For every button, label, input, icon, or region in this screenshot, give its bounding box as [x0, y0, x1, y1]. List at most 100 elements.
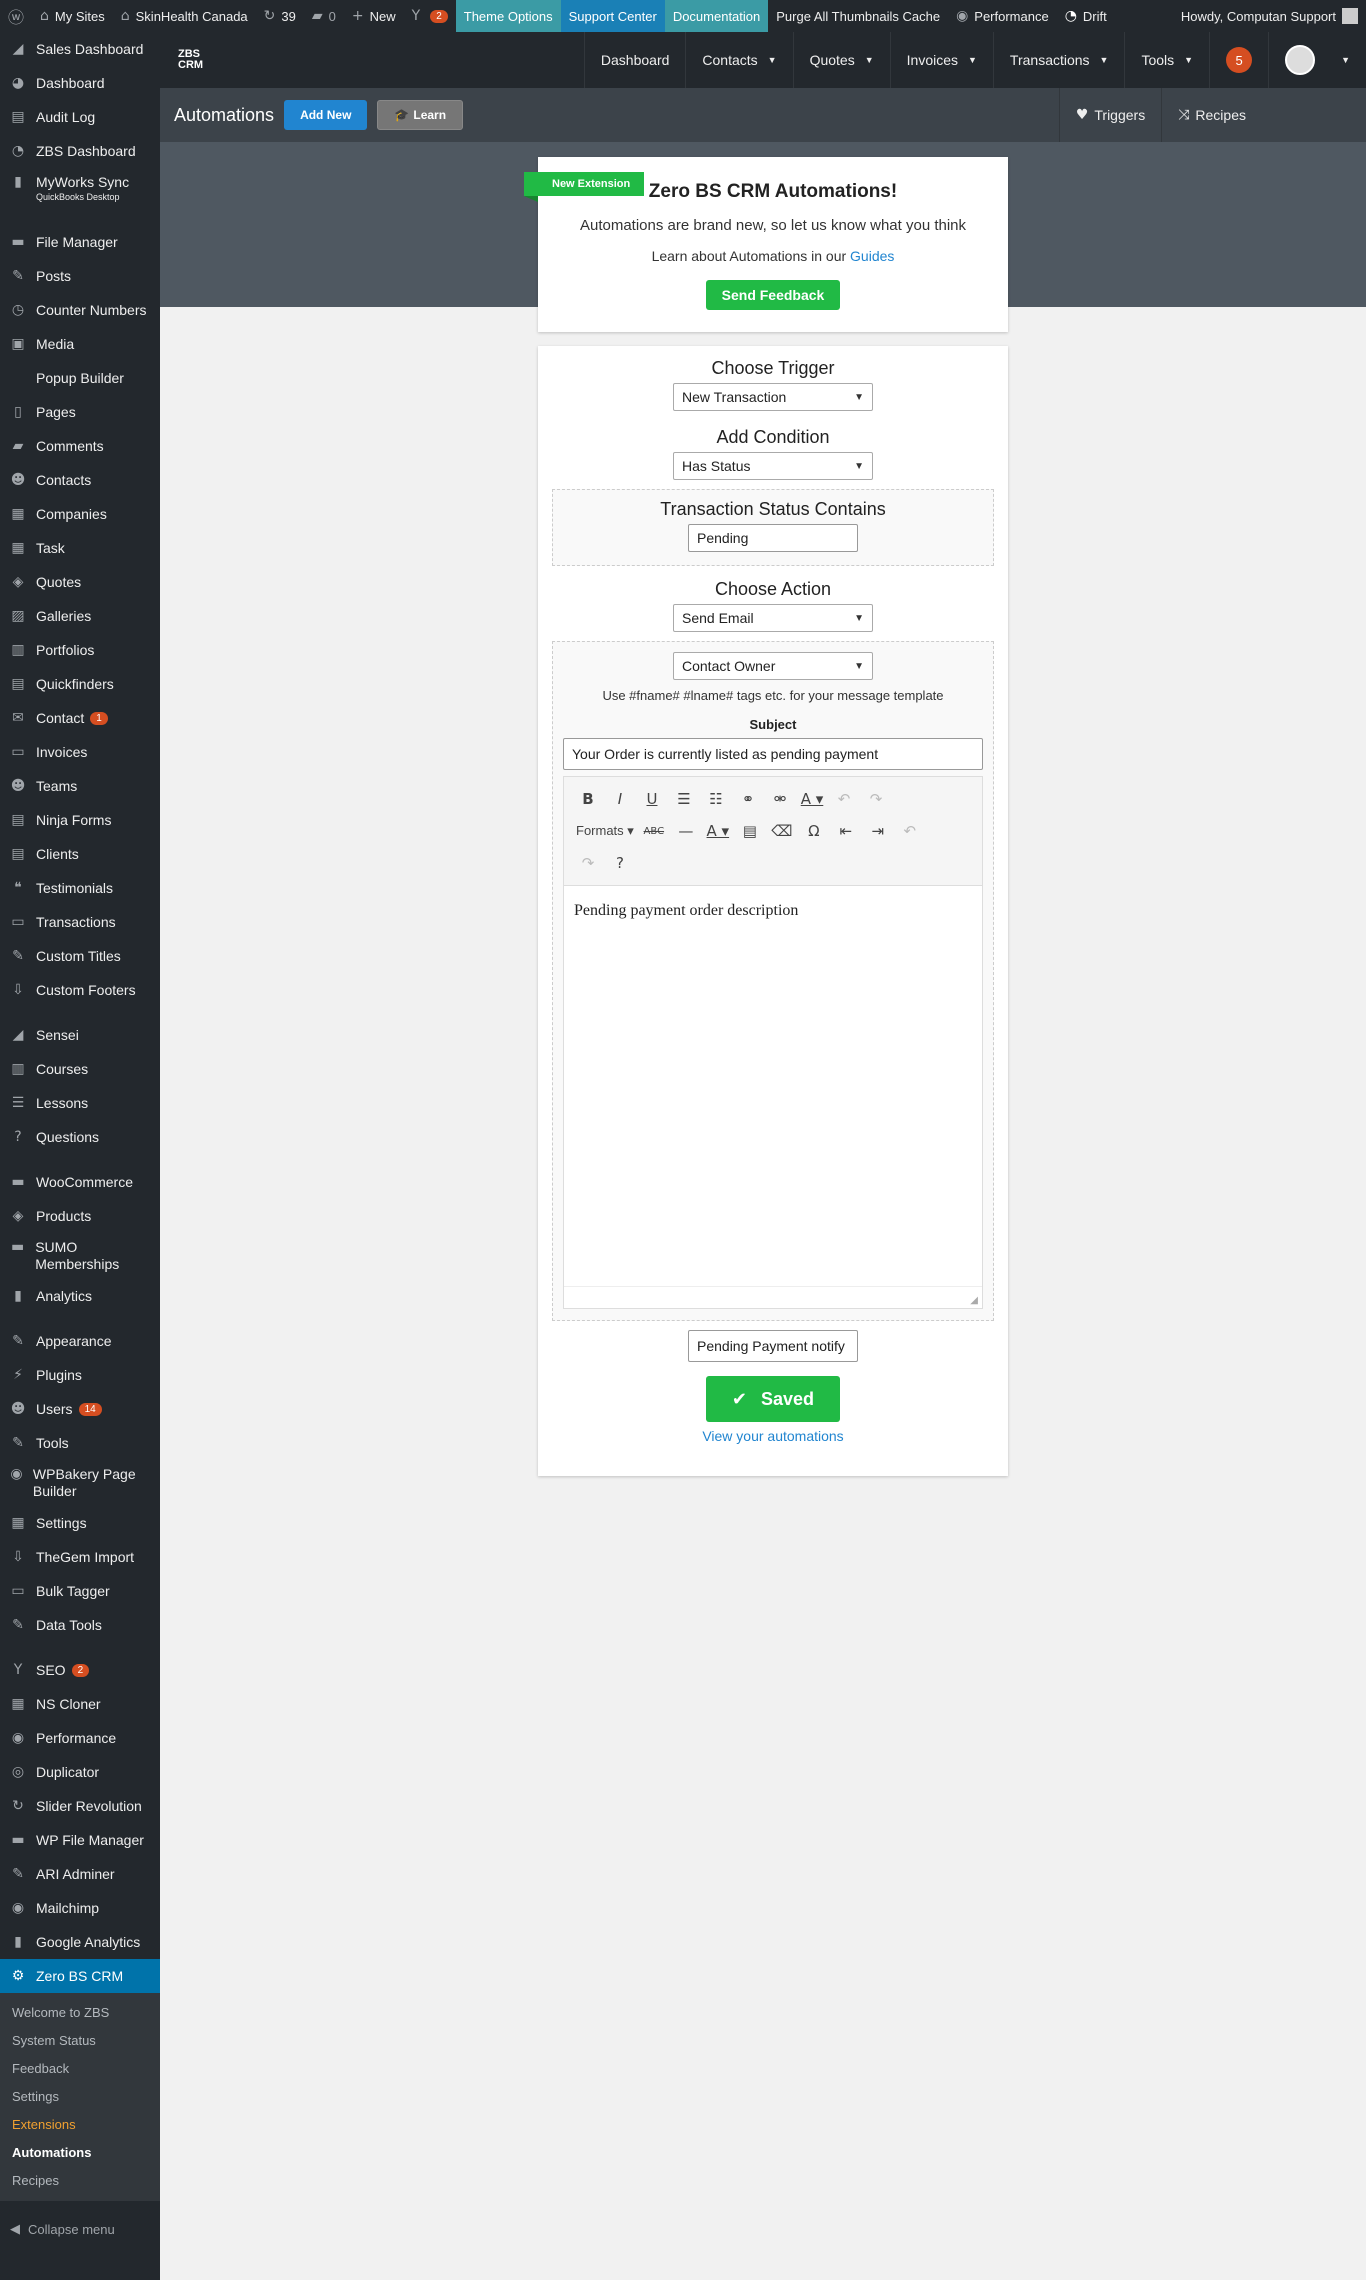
sidebar-item-dashboard[interactable]: ◕ Dashboard — [0, 66, 160, 100]
undo-icon[interactable]: ↶ — [894, 822, 926, 840]
text-color-icon[interactable]: A ▾ — [796, 790, 828, 808]
yoast-link[interactable]: Y2 — [404, 0, 456, 32]
sidebar-item-file-manager[interactable]: ▬ File Manager — [0, 225, 160, 259]
formats-dropdown[interactable]: Formats ▾ — [572, 823, 638, 839]
help-icon[interactable]: ? — [604, 854, 636, 872]
trigger-select[interactable]: New Transaction ▼ — [673, 383, 873, 411]
triggers-link[interactable]: ♥ Triggers — [1058, 88, 1161, 142]
nav-tools[interactable]: Tools ▼ — [1124, 32, 1209, 88]
horizontal-line-icon[interactable]: — — [670, 822, 702, 840]
sidebar-item-google-analytics[interactable]: ▮ Google Analytics — [0, 1925, 160, 1959]
view-automations-link[interactable]: View your automations — [702, 1428, 843, 1444]
sidebar-item-tools[interactable]: ✎ Tools — [0, 1426, 160, 1460]
sidebar-item-audit-log[interactable]: ▤ Audit Log — [0, 100, 160, 134]
saved-button[interactable]: ✔ Saved — [705, 1376, 841, 1422]
sidebar-item-appearance[interactable]: ✎ Appearance — [0, 1324, 160, 1358]
link-icon[interactable]: ⚭ — [732, 790, 764, 808]
recipes-link[interactable]: ⤨ Recipes — [1161, 88, 1262, 142]
sidebar-item-contacts[interactable]: ☻ Contacts — [0, 463, 160, 497]
submenu-recipes[interactable]: Recipes — [0, 2167, 160, 2195]
documentation-link[interactable]: Documentation — [664, 0, 769, 32]
recipient-select[interactable]: Contact Owner ▼ — [673, 652, 873, 680]
sidebar-item-courses[interactable]: ▥ Courses — [0, 1052, 160, 1086]
sidebar-item-contact[interactable]: ✉ Contact 1 — [0, 701, 160, 735]
zbs-logo[interactable]: ZBS CRM — [178, 49, 218, 71]
sidebar-item-questions[interactable]: ? Questions — [0, 1120, 160, 1154]
status-input[interactable]: Pending — [688, 524, 858, 552]
sidebar-item-wp-file-manager[interactable]: ▬ WP File Manager — [0, 1823, 160, 1857]
send-feedback-button[interactable]: Send Feedback — [705, 280, 841, 310]
nav-quotes[interactable]: Quotes ▼ — [792, 32, 890, 88]
condition-select[interactable]: Has Status ▼ — [673, 452, 873, 480]
sidebar-item-duplicator[interactable]: ◎ Duplicator — [0, 1755, 160, 1789]
action-select[interactable]: Send Email ▼ — [673, 604, 873, 632]
italic-icon[interactable]: I — [604, 790, 636, 808]
sidebar-item-media[interactable]: ▣ Media — [0, 327, 160, 361]
numbered-list-icon[interactable]: ☷ — [700, 790, 732, 808]
sidebar-item-task[interactable]: ▦ Task — [0, 531, 160, 565]
sidebar-item-clients[interactable]: ▤ Clients — [0, 837, 160, 871]
sidebar-item-invoices[interactable]: ▭ Invoices — [0, 735, 160, 769]
sidebar-item-ns-cloner[interactable]: ▦ NS Cloner — [0, 1687, 160, 1721]
performance-link[interactable]: ◉ Performance — [948, 0, 1057, 32]
sidebar-item-sensei[interactable]: ◢ Sensei — [0, 1018, 160, 1052]
submenu-welcome-to-zbs[interactable]: Welcome to ZBS — [0, 1999, 160, 2027]
sidebar-item-pages[interactable]: ▯ Pages — [0, 395, 160, 429]
sidebar-item-testimonials[interactable]: ❝ Testimonials — [0, 871, 160, 905]
guides-link[interactable]: Guides — [850, 248, 894, 264]
sidebar-item-thegem-import[interactable]: ⇩ TheGem Import — [0, 1540, 160, 1574]
special-character-icon[interactable]: Ω — [798, 822, 830, 840]
nav-transactions[interactable]: Transactions ▼ — [992, 32, 1125, 88]
sidebar-item-data-tools[interactable]: ✎ Data Tools — [0, 1608, 160, 1642]
sidebar-item-plugins[interactable]: ⚡ Plugins — [0, 1358, 160, 1392]
sidebar-item-bulk-tagger[interactable]: ▭ Bulk Tagger — [0, 1574, 160, 1608]
unlink-icon[interactable]: ⚮ — [764, 790, 796, 808]
sidebar-item-portfolios[interactable]: ▥ Portfolios — [0, 633, 160, 667]
theme-options-link[interactable]: Theme Options — [455, 0, 561, 32]
clear-formatting-icon[interactable]: ⌫ — [766, 822, 798, 840]
sidebar-item-comments[interactable]: ▰ Comments — [0, 429, 160, 463]
sidebar-item-mailchimp[interactable]: ◉ Mailchimp — [0, 1891, 160, 1925]
nav-invoices[interactable]: Invoices ▼ — [889, 32, 993, 88]
sidebar-item-galleries[interactable]: ▨ Galleries — [0, 599, 160, 633]
updates-link[interactable]: ↻ 39 — [256, 0, 304, 32]
undo-icon[interactable]: ↶ — [828, 790, 860, 808]
nav-dashboard[interactable]: Dashboard — [583, 32, 686, 88]
outdent-icon[interactable]: ⇤ — [830, 822, 862, 840]
purge-cache-link[interactable]: Purge All Thumbnails Cache — [768, 0, 948, 32]
sidebar-item-sales-dashboard[interactable]: ◢ Sales Dashboard — [0, 32, 160, 66]
sidebar-item-posts[interactable]: ✎ Posts — [0, 259, 160, 293]
collapse-menu-button[interactable]: ◀ Collapse menu — [0, 2211, 160, 2247]
submenu-feedback[interactable]: Feedback — [0, 2055, 160, 2083]
sidebar-item-ari-adminer[interactable]: ✎ ARI Adminer — [0, 1857, 160, 1891]
sidebar-item-zbs-dashboard[interactable]: ◔ ZBS Dashboard — [0, 134, 160, 168]
sidebar-item-wpbakery-page-builder[interactable]: ◉ WPBakery Page Builder — [0, 1460, 160, 1506]
sidebar-item-teams[interactable]: ☻ Teams — [0, 769, 160, 803]
font-color-icon[interactable]: A ▾ — [702, 822, 734, 840]
new-content-link[interactable]: + New — [344, 0, 404, 32]
sidebar-item-settings[interactable]: ▦ Settings — [0, 1506, 160, 1540]
sidebar-item-companies[interactable]: ▦ Companies — [0, 497, 160, 531]
sidebar-item-zero-bs-crm[interactable]: ⚙ Zero BS CRM — [0, 1959, 160, 1993]
automation-name-input[interactable]: Pending Payment notify — [688, 1330, 858, 1362]
sidebar-item-quotes[interactable]: ◈ Quotes — [0, 565, 160, 599]
editor-resize-handle[interactable]: ◢ — [564, 1286, 982, 1308]
sidebar-item-woocommerce[interactable]: ▬ WooCommerce — [0, 1165, 160, 1199]
subject-input[interactable]: Your Order is currently listed as pendin… — [563, 738, 983, 770]
sidebar-item-popup-builder[interactable]: Popup Builder — [0, 361, 160, 395]
sidebar-item-lessons[interactable]: ☰ Lessons — [0, 1086, 160, 1120]
strikethrough-icon[interactable]: ABC — [638, 826, 670, 837]
editor-content[interactable]: Pending payment order description — [564, 886, 982, 1286]
add-new-button[interactable]: Add New — [284, 100, 368, 130]
sidebar-item-ninja-forms[interactable]: ▤ Ninja Forms — [0, 803, 160, 837]
paste-text-icon[interactable]: ▤ — [734, 822, 766, 840]
drift-link[interactable]: ◔ Drift — [1057, 0, 1115, 32]
sidebar-item-myworks-sync[interactable]: ▮ MyWorks Sync QuickBooks Desktop — [0, 168, 160, 214]
indent-icon[interactable]: ⇥ — [862, 822, 894, 840]
sidebar-item-counter-numbers[interactable]: ◷ Counter Numbers — [0, 293, 160, 327]
sidebar-item-analytics[interactable]: ▮ Analytics — [0, 1279, 160, 1313]
sidebar-item-transactions[interactable]: ▭ Transactions — [0, 905, 160, 939]
redo-icon[interactable]: ↷ — [860, 790, 892, 808]
underline-icon[interactable]: U — [636, 790, 668, 808]
learn-button[interactable]: 🎓 Learn — [377, 100, 464, 130]
